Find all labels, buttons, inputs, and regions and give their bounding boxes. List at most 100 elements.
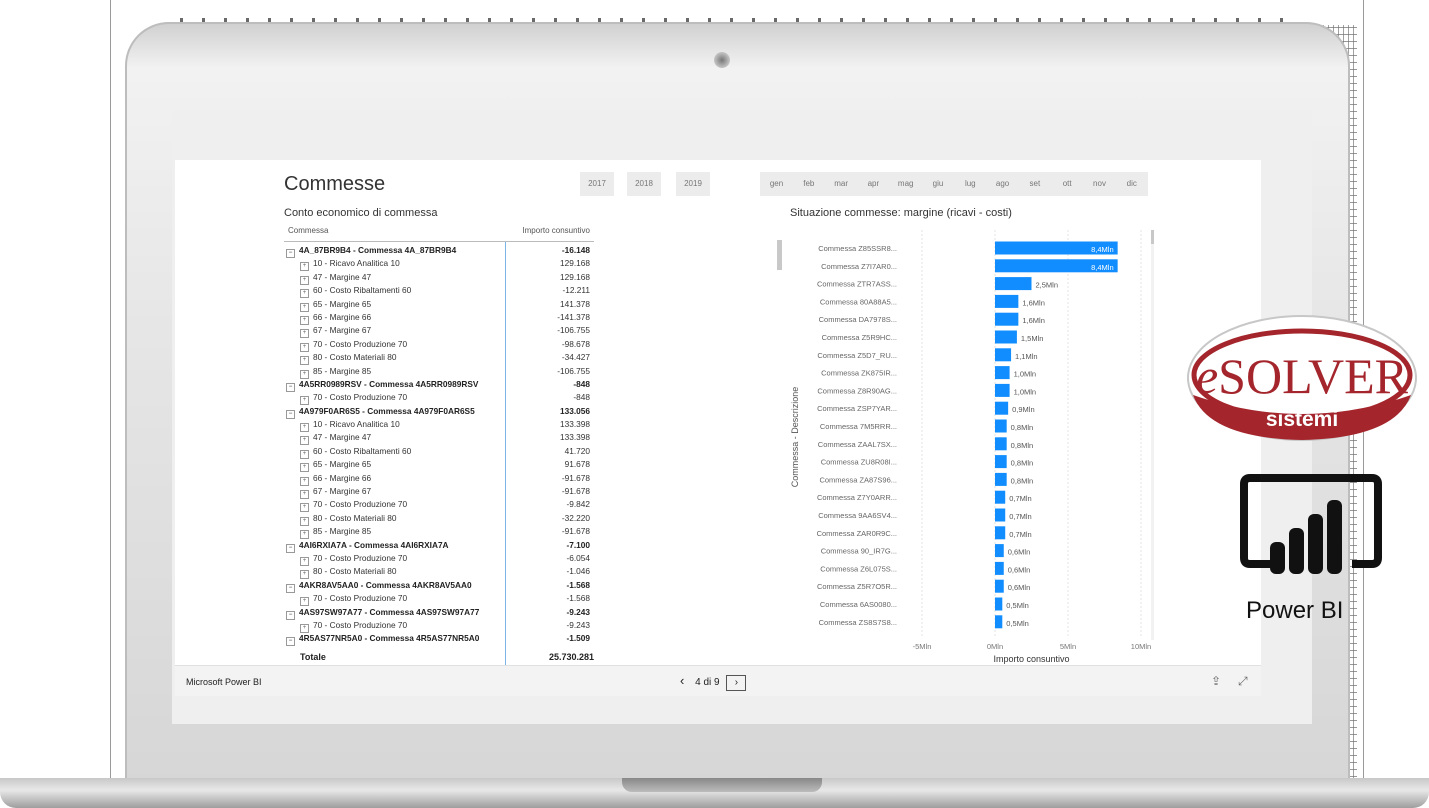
month-option-dic[interactable]: dic — [1115, 172, 1149, 196]
table-row[interactable]: +65 - Margine 65 141.378 — [284, 298, 594, 312]
bar[interactable] — [995, 294, 1019, 308]
bar[interactable] — [995, 544, 1004, 558]
row-label: 10 - Ricavo Analitica 10 — [313, 258, 400, 269]
table-row[interactable]: +67 - Margine 67 -106.755 — [284, 324, 594, 339]
table-row[interactable]: +60 - Costo Ribaltamenti 60 41.720 — [284, 445, 594, 459]
month-option-ott[interactable]: ott — [1050, 172, 1084, 196]
month-option-ago[interactable]: ago — [986, 172, 1020, 196]
bar-category-label: Commessa Z6L075S... — [820, 564, 897, 573]
table-row[interactable]: +70 - Costo Produzione 70 -1.568 — [284, 592, 594, 607]
row-value: -32.220 — [561, 512, 590, 523]
page-indicator: 4 di 9 — [695, 677, 720, 688]
table-row[interactable]: +70 - Costo Produzione 70 -9.243 — [284, 619, 594, 633]
bar[interactable] — [995, 490, 1006, 504]
bar[interactable] — [995, 615, 1003, 629]
month-option-mag[interactable]: mag — [889, 172, 923, 196]
month-option-apr[interactable]: apr — [856, 172, 890, 196]
bar[interactable] — [995, 348, 1012, 362]
row-label: 4A_87BR9B4 - Commessa 4A_87BR9B4 — [299, 245, 457, 255]
table-row[interactable]: +60 - Costo Ribaltamenti 60 -12.211 — [284, 284, 594, 299]
bar[interactable] — [995, 383, 1010, 397]
table-group-row[interactable]: −4A_87BR9B4 - Commessa 4A_87BR9B4 -16.148 — [284, 244, 594, 258]
month-option-set[interactable]: set — [1018, 172, 1052, 196]
table-row[interactable]: +80 - Costo Materiali 80 -32.220 — [284, 512, 594, 526]
row-value: -1.568 — [566, 579, 590, 590]
table-row[interactable]: +70 - Costo Produzione 70-1.509 — [284, 646, 594, 649]
bar[interactable] — [995, 312, 1019, 326]
bar[interactable] — [995, 437, 1007, 451]
table-header: Commessa Importo consuntivo — [284, 223, 594, 242]
bar[interactable] — [995, 597, 1003, 611]
row-value: -9.842 — [566, 499, 590, 510]
page-title: Commesse — [284, 173, 386, 195]
x-axis-title: Importo consuntivo — [993, 654, 1069, 664]
bar-data-label: 1,1Mln — [1015, 352, 1038, 361]
table-row[interactable]: +47 - Margine 47 129.168 — [284, 271, 594, 285]
month-option-nov[interactable]: nov — [1083, 172, 1116, 196]
app-name: Microsoft Power BI — [186, 677, 262, 687]
bar[interactable] — [995, 579, 1004, 593]
row-value: -98.678 — [561, 338, 590, 349]
year-option-2017[interactable]: 2017 — [580, 172, 614, 196]
row-label: 65 - Margine 65 — [313, 459, 372, 470]
bar[interactable] — [995, 366, 1010, 380]
bar[interactable] — [995, 401, 1009, 415]
table-row[interactable]: +80 - Costo Materiali 80 -34.427 — [284, 351, 594, 366]
table-group-row[interactable]: −4AKR8AV5AA0 - Commessa 4AKR8AV5AA0 -1.56… — [284, 579, 594, 593]
row-label: 80 - Costo Materiali 80 — [313, 352, 397, 363]
table-group-row[interactable]: −4R5AS77NR5A0 - Commessa 4R5AS77NR5A0 -1.… — [284, 632, 594, 647]
share-icon[interactable]: ⇪ — [1211, 674, 1221, 688]
bar[interactable] — [995, 419, 1007, 433]
bar-category-label: Commessa 90_IR7G... — [821, 547, 897, 556]
column-header-importo[interactable]: Importo consuntivo — [522, 226, 590, 235]
bar-category-label: Commessa ZAAL7SX... — [818, 440, 897, 449]
row-value: 129.168 — [560, 271, 590, 282]
month-option-mar[interactable]: mar — [824, 172, 858, 196]
table-group-row[interactable]: −4AS97SW97A77 - Commessa 4AS97SW97A77 -9.… — [284, 606, 594, 620]
table-group-row[interactable]: −4AI6RXIA7A - Commessa 4AI6RXIA7A -7.100 — [284, 539, 594, 553]
table-row[interactable]: +85 - Margine 85 -106.755 — [284, 365, 594, 379]
table-row[interactable]: +10 - Ricavo Analitica 10 133.398 — [284, 418, 594, 433]
month-option-feb[interactable]: feb — [792, 172, 826, 196]
x-tick-label: 0Mln — [987, 642, 1003, 651]
year-option-2019[interactable]: 2019 — [676, 172, 710, 196]
chevron-left-icon[interactable]: ‹ — [680, 673, 684, 688]
month-option-lug[interactable]: lug — [953, 172, 987, 196]
table-group-row[interactable]: −4A5RR0989RSV - Commessa 4A5RR0989RSV -84… — [284, 378, 594, 392]
row-label: 67 - Margine 67 — [313, 486, 372, 497]
table-row[interactable]: +67 - Margine 67 -91.678 — [284, 485, 594, 500]
table-row[interactable]: +66 - Margine 66 -141.378 — [284, 311, 594, 325]
bar-data-label: 1,5Mln — [1021, 334, 1044, 343]
month-option-gen[interactable]: gen — [760, 172, 793, 196]
table-group-row[interactable]: −4A979F0AR6S5 - Commessa 4A979F0AR6S5 133… — [284, 405, 594, 419]
year-option-2018[interactable]: 2018 — [627, 172, 661, 196]
bar[interactable] — [995, 455, 1007, 469]
table-row[interactable]: +70 - Costo Produzione 70 -98.678 — [284, 338, 594, 352]
column-separator — [505, 242, 506, 666]
column-header-commessa[interactable]: Commessa — [288, 226, 328, 235]
table-row[interactable]: +70 - Costo Produzione 70 -9.842 — [284, 498, 594, 513]
table-row[interactable]: +47 - Margine 47 133.398 — [284, 431, 594, 446]
bar[interactable] — [995, 508, 1006, 522]
table-row[interactable]: +70 - Costo Produzione 70 -848 — [284, 391, 594, 406]
bar[interactable] — [995, 472, 1007, 486]
powerbi-wordmark: Power BI — [1246, 597, 1344, 624]
row-label: 70 - Costo Produzione 70 — [313, 647, 407, 649]
row-label: 10 - Ricavo Analitica 10 — [313, 419, 400, 430]
table-row[interactable]: +80 - Costo Materiali 80 -1.046 — [284, 565, 594, 580]
row-value: -848 — [573, 378, 590, 389]
bar-data-label: 0,8Mln — [1011, 423, 1034, 432]
bar[interactable] — [995, 277, 1032, 291]
table-row[interactable]: +70 - Costo Produzione 70 -6.054 — [284, 552, 594, 566]
bar[interactable] — [995, 526, 1006, 540]
bar[interactable] — [995, 561, 1004, 575]
bar-category-label: Commessa ZS8S7S8... — [819, 618, 897, 627]
table-row[interactable]: +85 - Margine 85 -91.678 — [284, 525, 594, 540]
month-option-giu[interactable]: giu — [921, 172, 955, 196]
chevron-right-icon[interactable]: › — [726, 675, 747, 691]
table-row[interactable]: +10 - Ricavo Analitica 10 129.168 — [284, 257, 594, 272]
bar[interactable] — [995, 330, 1017, 344]
expand-icon[interactable]: ⤢ — [1238, 674, 1248, 689]
table-row[interactable]: +66 - Margine 66 -91.678 — [284, 472, 594, 486]
table-row[interactable]: +65 - Margine 65 91.678 — [284, 458, 594, 473]
